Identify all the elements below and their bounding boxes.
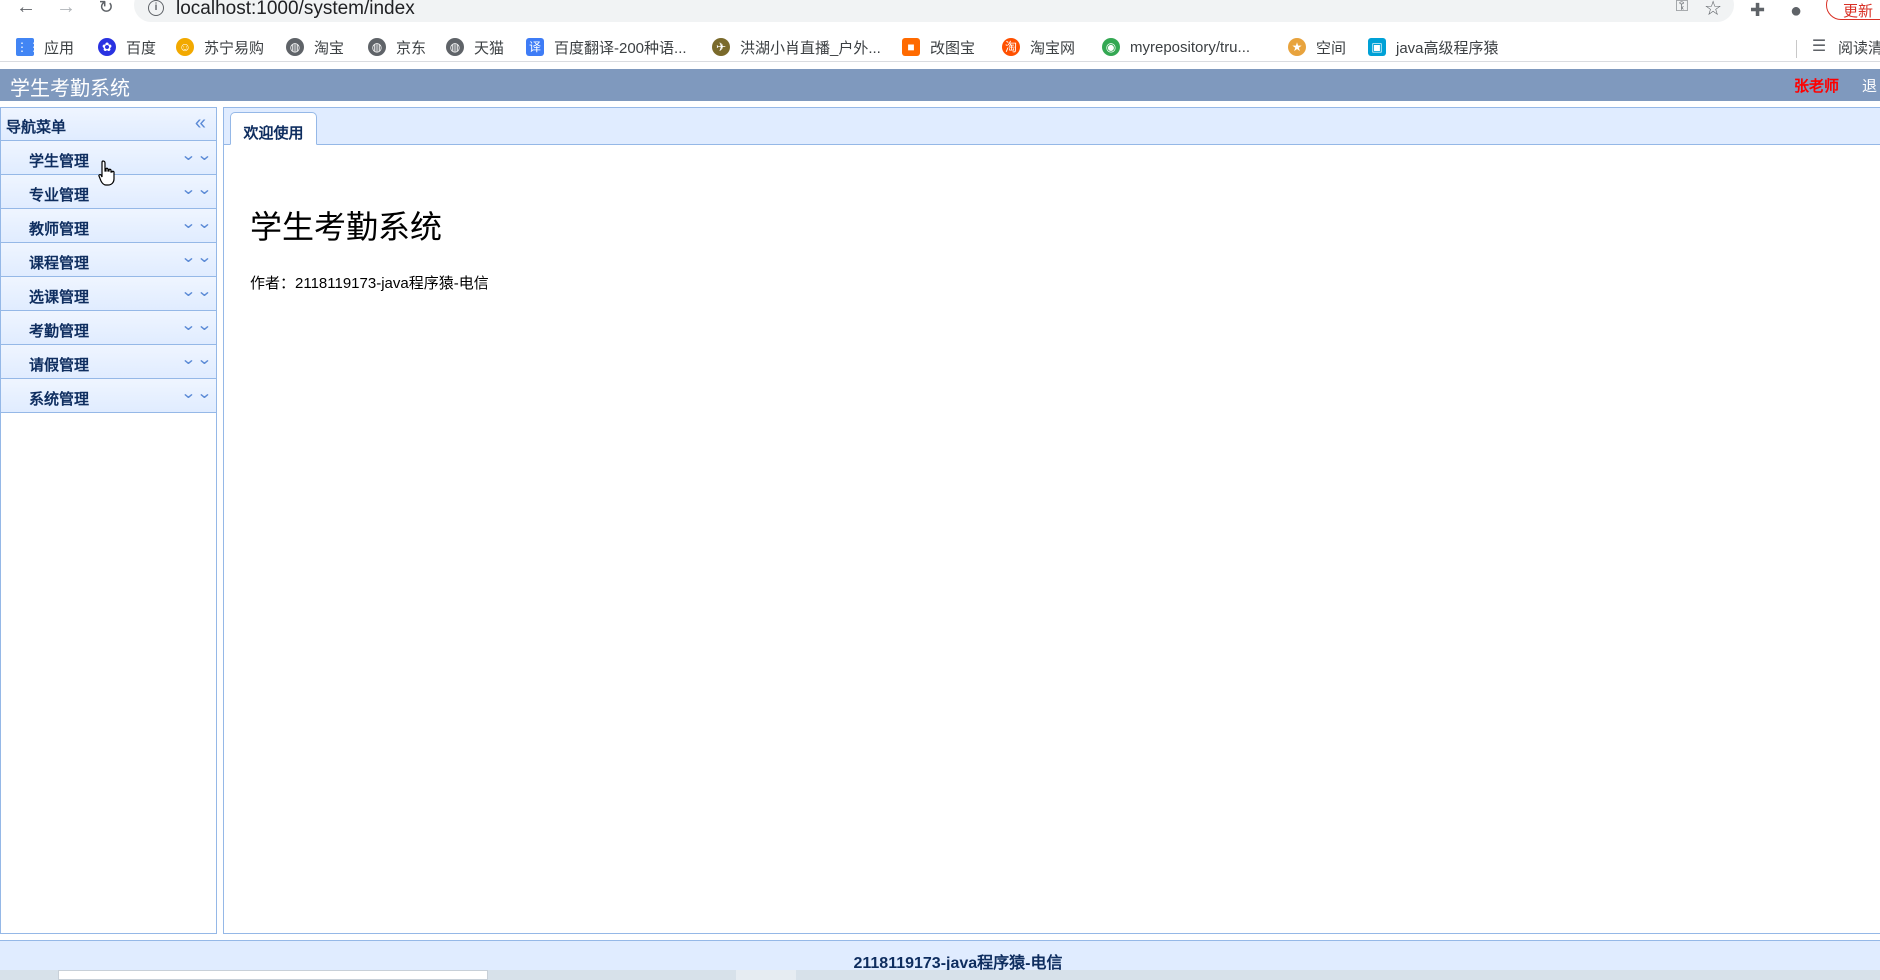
taskbar-item[interactable]: [736, 970, 796, 980]
bookmark-baidu[interactable]: ✿ 百度: [98, 36, 156, 58]
app-header: 学生考勤系统 张老师 退: [0, 69, 1880, 101]
sidebar-title: 导航菜单: [6, 119, 67, 136]
expand-double-down-icon[interactable]: ⌄⌄: [181, 182, 213, 198]
menu-item-label: 请假管理: [29, 357, 90, 374]
bilibili-icon: ▣: [1368, 38, 1386, 56]
site-info-icon[interactable]: i: [148, 0, 164, 16]
bookmark-jd[interactable]: ◍ 京东: [368, 36, 426, 58]
reload-icon[interactable]: ↻: [92, 0, 120, 20]
bookmark-gaitubao[interactable]: ■ 改图宝: [902, 36, 975, 58]
bookmark-label: 洪湖小肖直播_户外...: [740, 39, 881, 57]
chrome-icon: ◉: [1102, 38, 1120, 56]
expand-double-down-icon[interactable]: ⌄⌄: [181, 352, 213, 368]
menu-item-label: 教师管理: [29, 221, 90, 238]
bookmark-qzone[interactable]: ★ 空间: [1288, 36, 1346, 58]
bookmark-bilibili[interactable]: ▣ java高级程序猿: [1368, 36, 1499, 58]
bookmark-tmall[interactable]: ◍ 天猫: [446, 36, 504, 58]
reading-list[interactable]: ☰ 阅读清单: [1810, 36, 1880, 58]
gaitubao-icon: ■: [902, 38, 920, 56]
password-key-icon[interactable]: ⚿: [1676, 0, 1688, 16]
back-arrow-icon[interactable]: ←: [12, 0, 40, 20]
reading-list-icon: ☰: [1811, 38, 1827, 55]
globe-icon: ◍: [286, 38, 304, 56]
collapse-double-left-icon[interactable]: «: [195, 113, 206, 133]
suning-lion-icon: ☺: [176, 38, 194, 56]
bookmark-label: 空间: [1316, 39, 1347, 57]
menu-item-system-management[interactable]: 系统管理 ⌄⌄: [1, 379, 216, 413]
reading-list-label: 阅读清单: [1838, 39, 1880, 57]
bookmark-label: 百度: [126, 39, 157, 57]
bookmark-label: 应用: [44, 39, 75, 57]
bookmark-taobao-net[interactable]: 淘淘宝网: [1002, 36, 1075, 58]
menu-item-course-selection-management[interactable]: 选课管理 ⌄⌄: [1, 277, 216, 311]
address-bar[interactable]: i localhost:1000/system/index ⚿ ☆: [134, 0, 1734, 22]
update-button[interactable]: 更新: [1826, 0, 1880, 20]
bookmark-label: 京东: [396, 39, 427, 57]
bookmarks-bar: ⋮⋮ 应用 ✿ 百度 ☺ 苏宁易购 ◍ 淘宝 ◍ 京东 ◍ 天猫 译百度翻译-200种语..…: [0, 32, 1880, 62]
logout-link[interactable]: 退: [1862, 75, 1877, 96]
bookmark-baidu-translate[interactable]: 译百度翻译-200种语...: [526, 36, 687, 58]
qzone-icon: ★: [1288, 38, 1306, 56]
expand-double-down-icon[interactable]: ⌄⌄: [181, 284, 213, 300]
address-bar-url[interactable]: localhost:1000/system/index: [176, 0, 415, 20]
forward-arrow-icon[interactable]: →: [52, 0, 80, 20]
current-user-name: 张老师: [1794, 78, 1840, 95]
menu-item-label: 系统管理: [29, 391, 90, 408]
menu-item-course-management[interactable]: 课程管理 ⌄⌄: [1, 243, 216, 277]
taobao-icon: 淘: [1002, 38, 1020, 56]
browser-toolbar: ← → ↻ i localhost:1000/system/index ⚿ ☆ …: [0, 0, 1880, 28]
bookmark-suning[interactable]: ☺ 苏宁易购: [176, 36, 264, 58]
bookmark-taobao[interactable]: ◍ 淘宝: [286, 36, 344, 58]
welcome-title: 学生考勤系统: [250, 209, 443, 245]
bookmark-label: myrepository/tru...: [1130, 38, 1251, 56]
menu-item-label: 考勤管理: [29, 323, 90, 340]
expand-double-down-icon[interactable]: ⌄⌄: [181, 386, 213, 402]
app-title: 学生考勤系统: [10, 78, 130, 100]
apps-grid-icon: ⋮⋮: [16, 38, 40, 56]
sidebar-header: 导航菜单 «: [1, 108, 216, 141]
tabs-bar: 欢迎使用: [224, 108, 1880, 145]
main-content-panel: 欢迎使用 学生考勤系统 作者：2118119173-java程序猿-电信: [223, 107, 1880, 934]
bookmark-apps[interactable]: ⋮⋮ 应用: [16, 36, 74, 58]
menu-item-label: 选课管理: [29, 289, 90, 306]
extensions-puzzle-icon[interactable]: ✚: [1750, 0, 1765, 21]
bookmark-label: 天猫: [474, 39, 505, 57]
translate-icon: 译: [526, 38, 544, 56]
expand-double-down-icon[interactable]: ⌄⌄: [181, 148, 213, 164]
bookmark-label: 改图宝: [930, 39, 976, 57]
baidu-paw-icon: ✿: [98, 38, 116, 56]
menu-item-label: 专业管理: [29, 187, 90, 204]
bookmark-label: java高级程序猿: [1396, 39, 1499, 57]
bookmark-myrepository[interactable]: ◉ myrepository/tru...: [1102, 36, 1250, 58]
menu-item-attendance-management[interactable]: 考勤管理 ⌄⌄: [1, 311, 216, 345]
author-info: 作者：2118119173-java程序猿-电信: [250, 275, 489, 292]
bookmark-label: 淘宝网: [1030, 39, 1076, 57]
globe-icon: ◍: [368, 38, 386, 56]
hand-pointer-cursor-icon: [98, 160, 115, 186]
bookmark-label: 百度翻译-200种语...: [554, 39, 687, 57]
menu-item-teacher-management[interactable]: 教师管理 ⌄⌄: [1, 209, 216, 243]
bookmark-label: 苏宁易购: [204, 39, 265, 57]
taskbar-search-box[interactable]: [58, 970, 488, 980]
bookmark-label: 淘宝: [314, 39, 345, 57]
profile-avatar-icon[interactable]: ●: [1790, 0, 1802, 23]
menu-item-label: 学生管理: [29, 153, 90, 170]
bookmark-honghu-live[interactable]: ✈ 洪湖小肖直播_户外...: [712, 36, 881, 58]
expand-double-down-icon[interactable]: ⌄⌄: [181, 250, 213, 266]
menu-item-label: 课程管理: [29, 255, 90, 272]
bird-icon: ✈: [712, 38, 730, 56]
tab-welcome[interactable]: 欢迎使用: [230, 112, 317, 145]
bookmarks-divider: [1796, 40, 1797, 58]
expand-double-down-icon[interactable]: ⌄⌄: [181, 216, 213, 232]
menu-item-leave-management[interactable]: 请假管理 ⌄⌄: [1, 345, 216, 379]
globe-icon: ◍: [446, 38, 464, 56]
expand-double-down-icon[interactable]: ⌄⌄: [181, 318, 213, 334]
navigation-sidebar: 导航菜单 « 学生管理 ⌄⌄ 专业管理 ⌄⌄ 教师管理 ⌄⌄ 课程管理 ⌄⌄ 选…: [0, 107, 217, 934]
bookmark-star-icon[interactable]: ☆: [1704, 0, 1722, 21]
